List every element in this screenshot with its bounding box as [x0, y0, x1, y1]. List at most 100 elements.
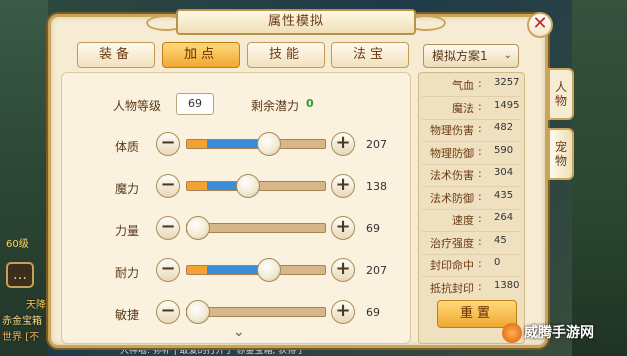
- stat-row: 速度: 264: [418, 212, 525, 232]
- side-tab-pet[interactable]: 宠物: [548, 128, 574, 180]
- attribute-value: 69: [366, 222, 380, 235]
- stat-value: 590: [494, 144, 514, 156]
- attribute-value: 207: [366, 138, 387, 151]
- increase-button[interactable]: +: [331, 174, 355, 198]
- stat-row: 治疗强度:45: [418, 235, 525, 255]
- scheme-dropdown[interactable]: 模拟方案1 ⌄: [423, 44, 519, 68]
- increase-button[interactable]: +: [331, 258, 355, 282]
- attribute-value: 207: [366, 264, 387, 277]
- level-input[interactable]: 69: [176, 93, 214, 115]
- stat-value: 1380: [494, 279, 520, 291]
- stat-separator: :: [478, 212, 482, 225]
- decrease-button[interactable]: −: [156, 174, 180, 198]
- attribute-slider-track[interactable]: [186, 265, 326, 275]
- stat-value: 3257: [494, 77, 520, 88]
- stat-name: 气血: [452, 79, 474, 92]
- stat-separator: :: [478, 234, 482, 248]
- side-tab-pet-label: 宠物: [554, 140, 567, 168]
- level-badge: 60级: [6, 239, 29, 250]
- stat-separator: :: [478, 189, 482, 203]
- added-points-fill: [206, 266, 259, 274]
- stat-divider: [422, 231, 521, 232]
- side-tab-character[interactable]: 人物: [548, 68, 574, 120]
- stat-divider: [422, 253, 521, 255]
- stat-row: 魔法:1495: [418, 100, 525, 120]
- panel-title: 属性模拟: [176, 9, 416, 35]
- stat-divider: [422, 163, 521, 165]
- stat-row: 法术伤害: 304: [418, 167, 525, 187]
- close-button[interactable]: ✕: [527, 12, 553, 38]
- decrease-button[interactable]: −: [156, 132, 180, 156]
- stat-separator: :: [478, 257, 482, 270]
- stat-separator: :: [478, 77, 482, 90]
- scheme-label: 模拟方案1: [432, 49, 488, 63]
- slider-knob[interactable]: [186, 300, 210, 324]
- game-background-right: [572, 0, 627, 356]
- stat-divider: [422, 186, 521, 187]
- stat-divider: [422, 276, 521, 277]
- stat-row: 法术防御:435: [418, 190, 525, 210]
- stat-name: 治疗强度: [430, 236, 474, 250]
- attribute-label: 体质: [115, 140, 140, 154]
- chat-line-3: 世界 [不: [2, 332, 40, 343]
- stat-divider: [422, 141, 521, 142]
- tab-skills[interactable]: 技能: [247, 42, 325, 68]
- stat-name: 物理防御: [430, 146, 474, 160]
- attribute-label: 耐力: [115, 266, 140, 280]
- increase-button[interactable]: +: [331, 132, 355, 156]
- stat-value: 482: [494, 122, 514, 133]
- decrease-button[interactable]: −: [156, 300, 180, 324]
- stat-name: 法术防御: [430, 191, 474, 205]
- attribute-slider-track[interactable]: [186, 139, 326, 149]
- stat-divider: [422, 96, 521, 97]
- tab-equipment[interactable]: 装备: [77, 42, 155, 68]
- tab-magic-treasure[interactable]: 法宝: [331, 42, 409, 68]
- watermark: 威腾手游网: [502, 322, 594, 343]
- stat-name: 抵抗封印: [430, 281, 474, 295]
- increase-button[interactable]: +: [331, 216, 355, 240]
- stat-value: 304: [494, 167, 514, 178]
- potential-label: 剩余潜力: [251, 99, 300, 113]
- stat-separator: :: [478, 144, 482, 158]
- stat-row: 封印命中: 0: [418, 257, 525, 277]
- stat-row: 气血: 3257: [418, 77, 525, 97]
- attribute-label: 敏捷: [115, 308, 140, 322]
- attribute-value: 69: [366, 306, 380, 319]
- added-points-fill: [206, 140, 259, 148]
- stat-separator: :: [478, 167, 482, 180]
- attribute-simulator-panel: 属性模拟 装备 加点 技能 法宝 人物等级 69 剩余潜力 0 体质 − +207 魔…: [48, 9, 548, 348]
- stat-value: 264: [494, 212, 514, 223]
- decrease-button[interactable]: −: [156, 258, 180, 282]
- chat-line-1: 天降: [26, 300, 46, 311]
- chat-line-2: 赤金宝箱: [2, 316, 42, 327]
- stat-row: 物理伤害: 482: [418, 122, 525, 142]
- stat-separator: :: [478, 99, 482, 113]
- increase-button[interactable]: +: [331, 300, 355, 324]
- stat-divider: [422, 118, 521, 120]
- stat-separator: :: [478, 122, 482, 135]
- stat-separator: :: [478, 279, 482, 293]
- stat-divider: [422, 208, 521, 210]
- stat-name: 物理伤害: [430, 124, 474, 137]
- chat-icon[interactable]: …: [6, 262, 34, 288]
- stat-name: 封印命中: [430, 259, 474, 272]
- scroll-down-icon[interactable]: ⌄: [233, 324, 245, 340]
- stat-value: 45: [494, 234, 507, 246]
- attribute-value: 138: [366, 180, 387, 193]
- base-points-fill: [187, 140, 207, 148]
- attribute-label: 魔力: [115, 182, 140, 196]
- potential-value: 0: [306, 97, 314, 110]
- stat-value: 1495: [494, 99, 520, 111]
- base-points-fill: [187, 266, 207, 274]
- stat-row: 抵抗封印:1380: [418, 280, 525, 300]
- tab-add-points[interactable]: 加点: [162, 42, 240, 68]
- base-points-fill: [187, 182, 207, 190]
- decrease-button[interactable]: −: [156, 216, 180, 240]
- stat-row: 物理防御:590: [418, 145, 525, 165]
- slider-knob[interactable]: [186, 216, 210, 240]
- stat-value: 435: [494, 189, 514, 201]
- side-tab-character-label: 人物: [554, 80, 567, 108]
- stat-name: 速度: [452, 214, 474, 227]
- watermark-logo-icon: [502, 323, 522, 343]
- stat-value: 0: [494, 257, 501, 268]
